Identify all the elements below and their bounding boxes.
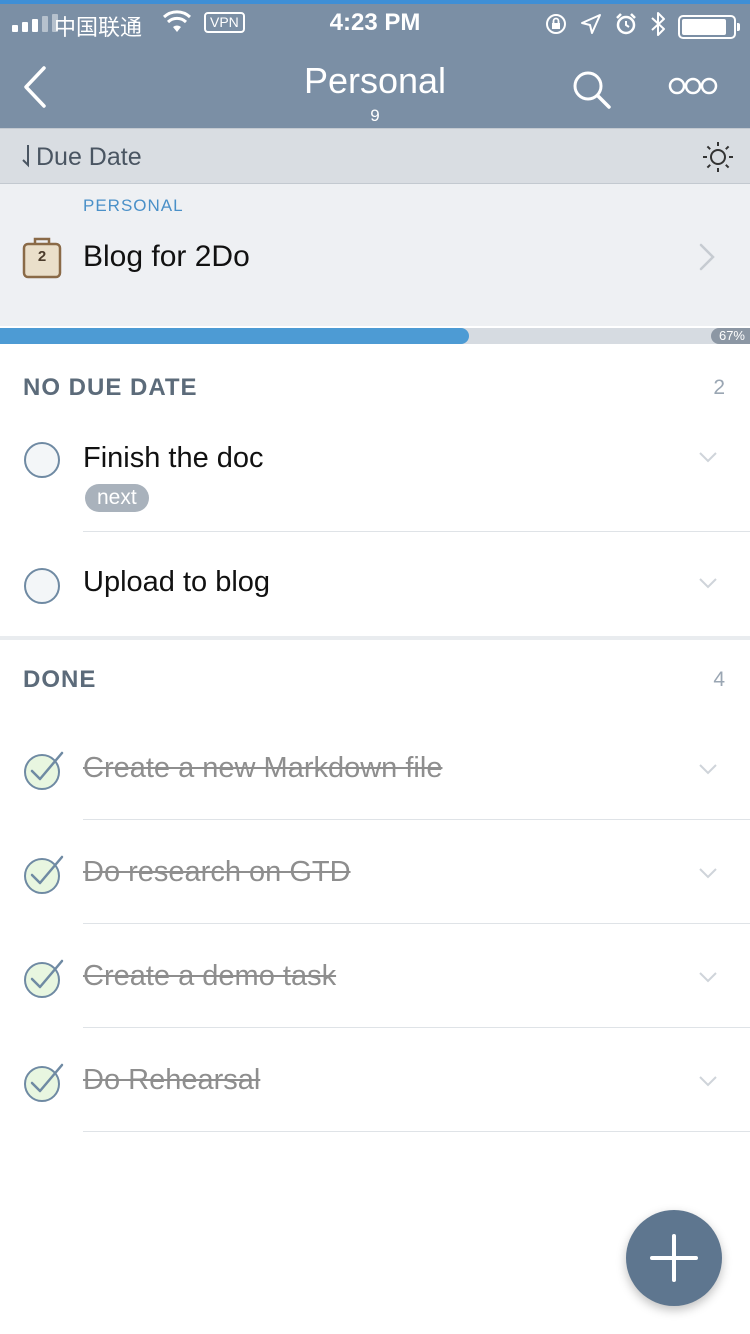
section-title: NO DUE DATE [23, 374, 198, 401]
checked-circle-icon[interactable] [22, 958, 66, 1005]
task-tag[interactable]: next [85, 484, 149, 512]
task-title: Do Rehearsal [83, 1064, 261, 1096]
task-count: 9 [370, 106, 380, 125]
chevron-down-icon[interactable] [698, 762, 718, 781]
task-title: Create a new Markdown file [83, 752, 443, 784]
task-row[interactable]: Create a new Markdown file [0, 716, 750, 820]
sort-arrow-icon [20, 141, 32, 176]
app-header: 中国联通 VPN 4:23 PM Personal 9 [0, 0, 750, 128]
sort-bar[interactable]: Due Date [0, 128, 750, 184]
task-row[interactable]: Do research on GTD [0, 820, 750, 924]
section-header-no-due-date: NO DUE DATE 2 [0, 358, 750, 418]
battery-icon [678, 15, 740, 39]
location-icon [580, 13, 602, 41]
search-button[interactable] [570, 68, 614, 117]
task-row[interactable]: Create a demo task [0, 924, 750, 1028]
task-row[interactable]: Upload to blog [0, 532, 750, 636]
project-badge-number: 2 [37, 248, 47, 265]
project-title: Blog for 2Do [83, 240, 250, 273]
sun-icon[interactable] [702, 141, 734, 178]
task-checkbox[interactable] [24, 442, 60, 478]
project-kicker: PERSONAL [83, 196, 184, 215]
chevron-down-icon[interactable] [698, 576, 718, 595]
progress-percent-label: 67% [710, 328, 750, 344]
chevron-down-icon[interactable] [698, 1074, 718, 1093]
more-button[interactable] [668, 74, 718, 103]
task-title: Do research on GTD [83, 856, 351, 888]
progress-fill [0, 328, 469, 344]
section-count: 4 [713, 668, 725, 691]
bluetooth-icon [650, 11, 666, 43]
section-title: DONE [23, 666, 97, 693]
project-card[interactable]: PERSONAL 2 Blog for 2Do [0, 184, 750, 326]
checked-circle-icon[interactable] [22, 854, 66, 901]
plus-icon [650, 1234, 698, 1282]
chevron-down-icon[interactable] [698, 970, 718, 989]
checked-circle-icon[interactable] [22, 1062, 66, 1109]
search-icon [573, 71, 611, 109]
chevron-right-icon [698, 242, 716, 277]
row-divider [83, 1131, 750, 1132]
page-title[interactable]: Personal [0, 60, 750, 102]
chevron-down-icon[interactable] [698, 866, 718, 885]
task-title: Finish the doc [83, 442, 264, 474]
sort-label: Due Date [36, 143, 142, 171]
checked-circle-icon[interactable] [22, 750, 66, 797]
task-title: Upload to blog [83, 566, 271, 598]
section-divider [0, 636, 750, 640]
orientation-lock-icon [544, 12, 568, 42]
project-progress-bar: 67% [0, 328, 750, 344]
task-checkbox[interactable] [24, 568, 60, 604]
section-count: 2 [713, 376, 725, 399]
section-header-done: DONE 4 [0, 650, 750, 710]
task-row[interactable]: Finish the doc next [0, 420, 750, 532]
task-title: Create a demo task [83, 960, 337, 992]
status-bar: 中国联通 VPN 4:23 PM [0, 4, 750, 44]
task-row[interactable]: Do Rehearsal [0, 1028, 750, 1132]
chevron-down-icon[interactable] [698, 450, 718, 469]
more-dots-icon [668, 77, 718, 95]
alarm-icon [614, 12, 638, 42]
add-task-button[interactable] [626, 1210, 722, 1306]
